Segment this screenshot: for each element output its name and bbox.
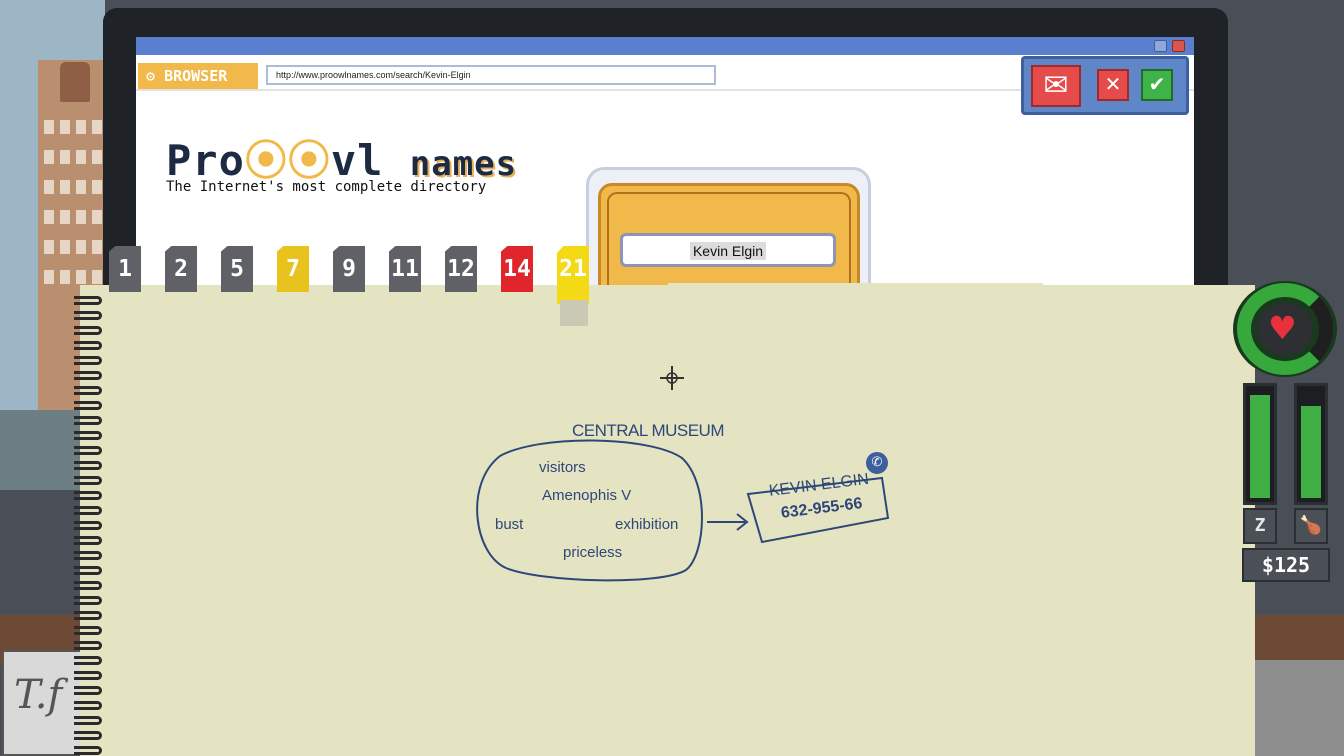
spiral-ring [74, 536, 102, 545]
water-tower [60, 62, 90, 102]
spiral-ring [74, 446, 102, 455]
minimize-icon[interactable] [1154, 40, 1167, 52]
tab-1[interactable]: 1 [109, 246, 141, 292]
bubble-word-exhibition[interactable]: exhibition [615, 516, 678, 533]
spiral-ring [74, 596, 102, 605]
reject-button[interactable]: ✕ [1097, 69, 1129, 101]
spiral-ring [74, 746, 102, 755]
browser-label: ⚙ BROWSER [138, 63, 258, 89]
sleep-icon[interactable]: Z [1243, 508, 1277, 544]
tab-7[interactable]: 7 [277, 246, 309, 292]
desk-keyboard-area [1250, 660, 1344, 756]
sleep-bar-fill [1250, 395, 1270, 498]
spiral-ring [74, 551, 102, 560]
spiral-ring [74, 491, 102, 500]
spiral-ring [74, 701, 102, 710]
search-name-field[interactable]: Kevin Elgin [620, 233, 836, 267]
spiral-ring [74, 521, 102, 530]
search-name-text: Kevin Elgin [689, 242, 767, 260]
browser-label-text: BROWSER [164, 67, 228, 85]
tab-9[interactable]: 9 [333, 246, 365, 292]
logo-text-suffix: names [409, 144, 518, 184]
tab-12[interactable]: 12 [445, 246, 477, 292]
sleep-bar [1243, 383, 1277, 505]
check-icon: ✔ [1148, 72, 1166, 96]
drumstick-icon[interactable]: 🍗 [1294, 508, 1328, 544]
spiral-ring [74, 641, 102, 650]
spiral-ring [74, 626, 102, 635]
site-tagline: The Internet's most complete directory [166, 179, 487, 195]
spiral-ring [74, 311, 102, 320]
spiral-ring [74, 671, 102, 680]
bubble-word-visitors[interactable]: visitors [539, 459, 586, 476]
stamp-pad[interactable]: T.f [2, 650, 82, 756]
food-bar-fill [1301, 406, 1321, 498]
food-bar [1294, 383, 1328, 505]
spiral-ring [74, 476, 102, 485]
x-icon: ✕ [1104, 72, 1122, 96]
logo-text-prefix: Pro [166, 136, 245, 185]
spiral-ring [74, 356, 102, 365]
gear-icon: ⚙ [146, 67, 165, 85]
crosshair-cursor-icon [660, 366, 684, 390]
phone-icon[interactable]: ✆ [864, 450, 890, 476]
owl-icon: ⦿⦿ [244, 136, 331, 185]
spiral-ring [74, 326, 102, 335]
spiral-ring [74, 416, 102, 425]
tab-shadow [560, 300, 588, 326]
spiral-ring [74, 296, 102, 305]
spiral-ring [74, 716, 102, 725]
tab-21[interactable]: 21 [557, 246, 589, 304]
heart-icon: ♥ [1268, 309, 1297, 347]
bubble-word-amenophis[interactable]: Amenophis V [542, 487, 631, 504]
bubble-word-bust[interactable]: bust [495, 516, 523, 533]
accept-button[interactable]: ✔ [1141, 69, 1173, 101]
mail-panel: ✉ ✕ ✔ [1021, 56, 1189, 115]
logo-text-mid: vl [330, 136, 384, 185]
envelope-icon[interactable]: ✉ [1031, 65, 1081, 107]
spiral-ring [74, 731, 102, 740]
spiral-ring [74, 506, 102, 515]
spiral-ring [74, 401, 102, 410]
spiral-ring [74, 656, 102, 665]
money-display: $125 [1242, 548, 1330, 582]
notebook-spiral [74, 296, 102, 756]
close-window-icon[interactable] [1172, 40, 1185, 52]
tab-14[interactable]: 14 [501, 246, 533, 292]
url-input[interactable]: http://www.proowlnames.com/search/Kevin-… [266, 65, 716, 85]
spiral-ring [74, 611, 102, 620]
spiral-ring [74, 686, 102, 695]
tab-2[interactable]: 2 [165, 246, 197, 292]
bubble-word-priceless[interactable]: priceless [563, 544, 622, 561]
spiral-ring [74, 371, 102, 380]
idea-bubble [476, 439, 703, 582]
tab-11[interactable]: 11 [389, 246, 421, 292]
tab-5[interactable]: 5 [221, 246, 253, 292]
spiral-ring [74, 431, 102, 440]
spiral-ring [74, 341, 102, 350]
spiral-ring [74, 461, 102, 470]
spiral-ring [74, 386, 102, 395]
spiral-ring [74, 581, 102, 590]
spiral-ring [74, 566, 102, 575]
browser-titlebar [136, 37, 1194, 55]
notebook-top-edge [668, 283, 1043, 287]
